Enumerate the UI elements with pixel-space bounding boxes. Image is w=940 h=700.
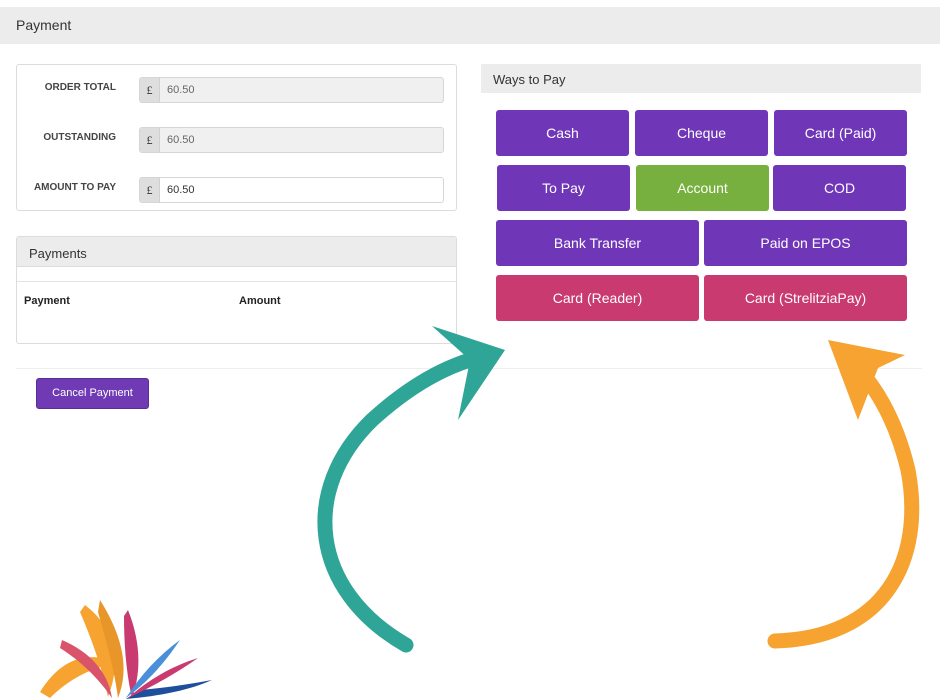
outstanding-value: 60.50	[167, 134, 195, 146]
currency-addon: £	[140, 128, 160, 152]
amount-column-header: Amount	[239, 295, 281, 307]
outstanding-field: £ 60.50	[139, 127, 444, 153]
orange-curved-arrow	[767, 340, 920, 649]
order-total-row: ORDER TOTAL £ 60.50	[17, 77, 458, 103]
payments-panel: Payments Payment Amount	[16, 236, 457, 344]
page-header: Payment	[0, 7, 940, 44]
account-button[interactable]: Account	[636, 165, 769, 211]
cancel-payment-button[interactable]: Cancel Payment	[36, 378, 149, 409]
amount-to-pay-value[interactable]: 60.50	[167, 184, 195, 196]
bank-transfer-button[interactable]: Bank Transfer	[496, 220, 699, 266]
currency-addon: £	[140, 78, 160, 102]
cash-button[interactable]: Cash	[496, 110, 629, 156]
payments-heading: Payments	[17, 237, 456, 267]
order-summary-panel: ORDER TOTAL £ 60.50 OUTSTANDING £ 60.50 …	[16, 64, 457, 211]
amount-to-pay-label: AMOUNT TO PAY	[33, 182, 116, 193]
outstanding-label: OUTSTANDING	[43, 132, 116, 143]
order-total-label: ORDER TOTAL	[44, 82, 116, 93]
divider	[17, 281, 456, 282]
card-strelitziapay-button[interactable]: Card (StrelitziaPay)	[704, 275, 907, 321]
ways-to-pay-title: Ways to Pay	[493, 72, 566, 87]
cod-button[interactable]: COD	[773, 165, 906, 211]
outstanding-row: OUTSTANDING £ 60.50	[17, 127, 458, 153]
currency-addon: £	[140, 178, 160, 202]
ways-to-pay-heading: Ways to Pay	[481, 64, 921, 93]
amount-to-pay-input[interactable]: £ 60.50	[139, 177, 444, 203]
order-total-value: 60.50	[167, 84, 195, 96]
cheque-button[interactable]: Cheque	[635, 110, 768, 156]
page-title: Payment	[16, 17, 72, 33]
card-reader-button[interactable]: Card (Reader)	[496, 275, 699, 321]
card-paid-button[interactable]: Card (Paid)	[774, 110, 907, 156]
to-pay-button[interactable]: To Pay	[497, 165, 630, 211]
paid-on-epos-button[interactable]: Paid on EPOS	[704, 220, 907, 266]
payments-title: Payments	[29, 246, 87, 261]
payment-column-header: Payment	[24, 295, 70, 307]
teal-curved-arrow	[317, 326, 505, 653]
order-total-field: £ 60.50	[139, 77, 444, 103]
divider	[16, 368, 922, 369]
amount-to-pay-row: AMOUNT TO PAY £ 60.50	[17, 177, 458, 203]
strelitzia-logo	[40, 600, 212, 699]
